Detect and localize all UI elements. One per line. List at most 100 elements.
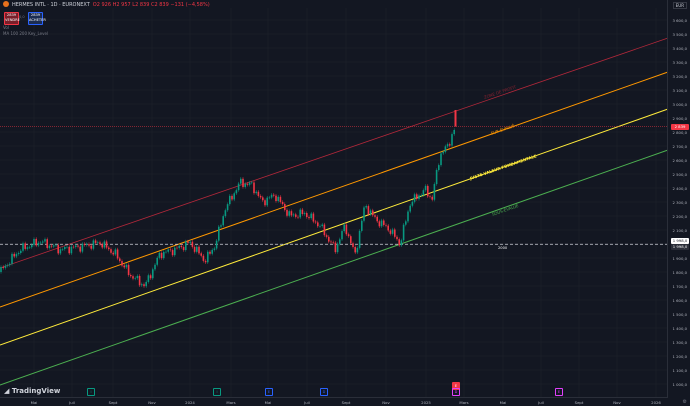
tradingview-logo[interactable]: ◢ TradingView: [4, 387, 60, 395]
candle-body: [347, 234, 350, 237]
event-marker-icon[interactable]: I: [213, 388, 221, 396]
price-tick: 3 000,0: [672, 102, 688, 107]
candle-body: [57, 244, 59, 254]
time-tick: 2025: [421, 400, 431, 405]
candle-body: [416, 194, 418, 199]
candle-body: [433, 184, 436, 200]
candle-body: [86, 244, 88, 245]
candle-body: [165, 251, 167, 253]
candle-body: [116, 249, 119, 259]
candle-body: [387, 225, 389, 231]
candle-body: [132, 276, 134, 279]
symbol-title[interactable]: HERMES INTL · 1D · EURONEXT: [12, 2, 90, 8]
candle-body: [50, 245, 53, 247]
candle-body: [438, 165, 440, 170]
settings-gear-icon[interactable]: ⚙: [683, 399, 687, 405]
candle-body: [279, 196, 282, 202]
volume-indicator-label[interactable]: Vol: [3, 25, 9, 30]
price-tick: 3 300,0: [672, 60, 688, 65]
candle-body: [213, 248, 216, 250]
candle-body: [354, 246, 356, 253]
candle-body: [440, 153, 442, 166]
candle-body: [37, 242, 40, 246]
candle-body: [163, 251, 165, 259]
candle-body: [385, 224, 387, 226]
candle-body: [273, 194, 275, 196]
price-tick: 2 600,0: [672, 158, 688, 163]
candle-body: [429, 196, 431, 197]
event-marker-icon[interactable]: D: [320, 388, 328, 396]
candle-body: [442, 151, 444, 154]
candle-body: [427, 185, 429, 197]
sell-button[interactable]: 2839 VENDRE: [4, 12, 20, 25]
candle-body: [246, 183, 249, 185]
ma-indicator-label[interactable]: MA 100 200 Key_Level: [3, 31, 48, 36]
time-axis[interactable]: Mai Juil Sept Nov 2024 Mars Mai Juil Sept Nov 2025…: [0, 397, 668, 406]
candle-body: [310, 213, 312, 219]
buy-button[interactable]: 2839 ACHETER: [28, 12, 46, 25]
candle-body: [55, 244, 57, 246]
candle-body: [253, 182, 255, 194]
price-tick: 2 200,0: [672, 214, 688, 219]
event-marker-icon[interactable]: D: [452, 388, 460, 396]
candle-body: [187, 241, 189, 243]
candle-body: [64, 247, 66, 250]
chart-window: { "header": { "symbol": "HERMES INTL · 1…: [0, 0, 690, 406]
level-line-label[interactable]: 2000: [498, 246, 507, 250]
candle-body: [255, 191, 257, 194]
price-tick: 2 100,0: [672, 228, 688, 233]
candle-body: [99, 242, 101, 245]
currency-selector[interactable]: EUR: [672, 2, 687, 9]
candle-body: [339, 239, 341, 244]
channel-line-upper: [0, 37, 669, 269]
price-tick: 2 300,0: [672, 200, 688, 205]
candle-body: [114, 249, 117, 255]
candle-body: [154, 264, 156, 270]
candle-body: [97, 242, 99, 243]
candle-body: [200, 253, 202, 256]
candle-body: [149, 275, 152, 279]
candle-body: [11, 253, 13, 264]
event-marker-icon[interactable]: E: [555, 388, 563, 396]
candle-body: [363, 207, 365, 221]
price-tick: 3 100,0: [672, 88, 688, 93]
candle-body: [88, 244, 90, 246]
candle-body: [409, 205, 411, 212]
candle-body: [145, 281, 147, 287]
time-tick: Mai: [264, 400, 272, 405]
candle-body: [147, 275, 150, 282]
candle-body: [281, 201, 284, 205]
event-marker-icon[interactable]: E: [265, 388, 273, 396]
price-tick: 1 100,0: [672, 368, 688, 373]
price-tick: 3 600,0: [672, 18, 688, 23]
time-tick: Nov: [148, 400, 156, 405]
candle-body: [2, 266, 4, 268]
current-price-badge[interactable]: 2 839: [671, 123, 689, 130]
time-tick: Mai: [30, 400, 38, 405]
candle-body: [288, 211, 290, 216]
candle-body: [372, 210, 374, 216]
candle-body: [369, 210, 372, 215]
candle-body: [189, 241, 191, 243]
event-marker-icon[interactable]: I: [87, 388, 95, 396]
candle-body: [308, 217, 310, 219]
candle-body: [321, 224, 323, 226]
candle-body: [334, 242, 337, 253]
level-price-badge-2[interactable]: 1 998,0: [671, 244, 689, 251]
candle-body: [61, 249, 64, 250]
candle-body: [297, 216, 299, 218]
price-chart[interactable]: [0, 0, 690, 406]
candle-body: [171, 250, 174, 256]
candle-body: [70, 246, 73, 254]
candle-body: [204, 260, 207, 263]
price-axis[interactable]: 3 600,0 3 500,0 3 400,0 3 300,0 3 200,0 3 100…: [667, 0, 690, 398]
candle-body: [218, 226, 220, 241]
candle-body: [341, 231, 343, 240]
candle-body: [391, 229, 394, 234]
price-tick: 1 000,0: [672, 382, 688, 387]
candle-body: [237, 183, 240, 191]
candle-body: [191, 241, 194, 247]
candle-body: [233, 193, 235, 200]
candle-body: [244, 183, 246, 187]
time-tick: Nov: [613, 400, 621, 405]
